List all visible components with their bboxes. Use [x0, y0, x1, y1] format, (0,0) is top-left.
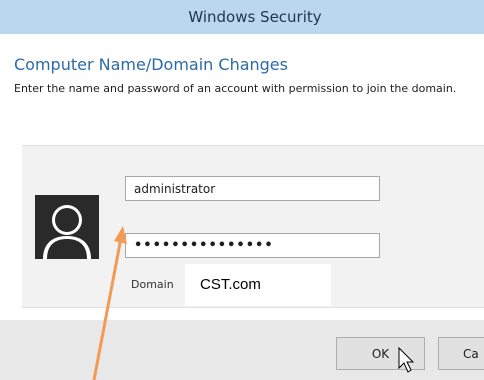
- ok-button[interactable]: OK: [336, 337, 425, 370]
- domain-label: Domain: [131, 278, 174, 291]
- user-avatar-icon: [35, 195, 99, 259]
- title-bar: Windows Security: [0, 0, 484, 34]
- domain-value: CST.com: [200, 276, 261, 293]
- username-field[interactable]: [125, 176, 380, 201]
- cancel-button[interactable]: Ca: [438, 337, 484, 370]
- password-field[interactable]: [125, 233, 380, 258]
- cancel-button-label: Ca: [463, 346, 479, 361]
- ok-button-label: OK: [371, 346, 390, 361]
- window-title: Windows Security: [188, 8, 322, 26]
- instructions-text: Enter the name and password of an accoun…: [14, 82, 457, 95]
- dialog-heading: Computer Name/Domain Changes: [14, 55, 288, 74]
